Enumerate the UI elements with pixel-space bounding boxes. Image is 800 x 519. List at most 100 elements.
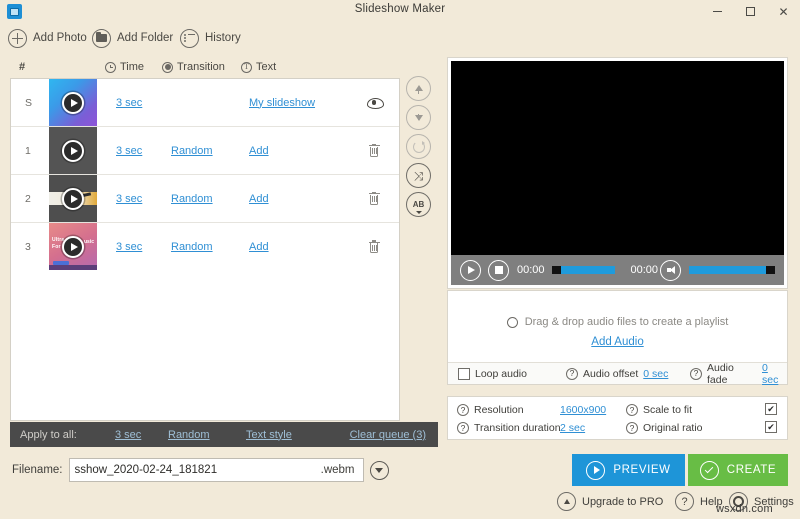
question-icon[interactable]: ? (626, 422, 638, 434)
row-number: S (25, 97, 32, 109)
row-text-link[interactable]: Add (249, 145, 269, 157)
original-ratio-checkbox[interactable]: ✔ (765, 421, 777, 433)
list-column-headers: # Time Transition T Text (10, 57, 438, 77)
resolution-label: Resolution (474, 404, 524, 416)
resolution-value[interactable]: 1600x900 (560, 404, 606, 416)
column-text-label: Text (256, 61, 276, 73)
row-transition-link[interactable]: Random (171, 241, 213, 253)
row-thumbnail[interactable] (49, 127, 97, 174)
clear-queue-link[interactable]: Clear queue (3) (350, 429, 426, 441)
column-transition-label: Transition (177, 61, 225, 73)
trash-icon[interactable] (365, 190, 383, 208)
eye-icon[interactable] (365, 94, 383, 112)
row-time-link[interactable]: 3 sec (116, 97, 142, 109)
speaker-icon[interactable] (660, 260, 681, 281)
trash-icon[interactable] (365, 238, 383, 256)
add-photo-button[interactable]: Add Photo (8, 24, 87, 52)
play-icon (586, 461, 605, 480)
row-number: 3 (25, 241, 31, 253)
check-icon (700, 461, 719, 480)
audio-playlist-panel[interactable]: Drag & drop audio files to create a play… (447, 290, 788, 385)
clock-icon (105, 62, 116, 73)
slideshow-maker-window: Slideshow Maker ✕ Add Photo Add Folder H… (0, 0, 800, 519)
audio-offset-value[interactable]: 0 sec (643, 368, 668, 380)
window-title: Slideshow Maker (0, 3, 800, 15)
scale-to-fit-row: ? Scale to fit (626, 404, 692, 416)
audio-offset-option: ? Audio offset 0 sec (566, 368, 668, 380)
upgrade-to-pro-button[interactable]: Upgrade to PRO (557, 492, 663, 511)
row-thumbnail[interactable]: UltraFor Yusic (49, 223, 97, 270)
ab-sort-icon: AB (413, 201, 425, 209)
player-seek-bar[interactable] (552, 266, 616, 274)
row-text-link[interactable]: My slideshow (249, 97, 315, 109)
minimize-button[interactable] (701, 0, 734, 23)
table-row[interactable]: 3 UltraFor Yusic 3 sec Random Add (11, 223, 399, 271)
create-button[interactable]: CREATE (688, 454, 788, 486)
rotate-button[interactable] (406, 134, 431, 159)
row-time-link[interactable]: 3 sec (116, 145, 142, 157)
row-transition-link[interactable]: Random (171, 145, 213, 157)
preview-button[interactable]: PREVIEW (572, 454, 685, 486)
play-icon (62, 236, 84, 258)
audio-fade-value[interactable]: 0 sec (762, 362, 787, 386)
list-icon (180, 29, 199, 48)
row-time-link[interactable]: 3 sec (116, 241, 142, 253)
move-up-button[interactable] (406, 76, 431, 101)
move-down-button[interactable] (406, 105, 431, 130)
play-icon (62, 140, 84, 162)
question-icon[interactable]: ? (690, 368, 702, 380)
preview-button-label: PREVIEW (613, 464, 670, 476)
format-dropdown-button[interactable] (370, 461, 389, 480)
player-volume-slider[interactable] (689, 266, 775, 274)
add-audio-link[interactable]: Add Audio (448, 336, 787, 348)
add-photo-label: Add Photo (33, 32, 87, 44)
player-stop-button[interactable] (488, 260, 509, 281)
filename-row: Filename: .webm (12, 457, 389, 483)
slide-list[interactable]: S 3 sec My slideshow 1 3 sec Random Add … (10, 78, 400, 421)
loop-audio-option[interactable]: Loop audio (458, 368, 527, 380)
question-icon: ? (675, 492, 694, 511)
history-label: History (205, 32, 241, 44)
output-settings-panel: ? Resolution 1600x900 ? Transition durat… (447, 396, 788, 440)
apply-transition-link[interactable]: Random (168, 429, 210, 441)
maximize-button[interactable] (734, 0, 767, 23)
row-thumbnail[interactable] (49, 79, 97, 126)
filename-box[interactable]: .webm (69, 458, 364, 482)
title-bar: Slideshow Maker ✕ (0, 0, 800, 23)
history-button[interactable]: History (180, 24, 241, 52)
text-icon: T (241, 62, 252, 73)
scale-to-fit-checkbox[interactable]: ✔ (765, 403, 777, 415)
audio-drop-hint: Drag & drop audio files to create a play… (448, 316, 787, 328)
question-icon[interactable]: ? (457, 404, 469, 416)
shuffle-button[interactable]: ⤨ (406, 163, 431, 188)
table-row[interactable]: S 3 sec My slideshow (11, 79, 399, 127)
question-icon[interactable]: ? (566, 368, 578, 380)
sort-ab-button[interactable]: AB (406, 192, 431, 217)
play-icon (62, 188, 84, 210)
row-time-link[interactable]: 3 sec (116, 193, 142, 205)
scale-to-fit-label: Scale to fit (643, 404, 692, 416)
add-folder-label: Add Folder (117, 32, 173, 44)
trash-icon[interactable] (365, 142, 383, 160)
apply-time-link[interactable]: 3 sec (115, 429, 141, 441)
column-hash: # (19, 61, 25, 73)
table-row[interactable]: 1 3 sec Random Add (11, 127, 399, 175)
question-icon[interactable]: ? (626, 404, 638, 416)
row-text-link[interactable]: Add (249, 241, 269, 253)
row-transition-link[interactable]: Random (171, 193, 213, 205)
refresh-icon (413, 141, 425, 153)
video-canvas[interactable]: 00:00 00:00 (451, 61, 784, 285)
row-thumbnail[interactable] (49, 175, 97, 222)
filename-input[interactable] (70, 459, 298, 481)
question-icon[interactable]: ? (457, 422, 469, 434)
player-play-button[interactable] (460, 260, 481, 281)
row-text-link[interactable]: Add (249, 193, 269, 205)
apply-text-style-link[interactable]: Text style (246, 429, 292, 441)
table-row[interactable]: 2 3 sec Random Add (11, 175, 399, 223)
audio-fade-label: Audio fade (707, 362, 757, 386)
close-button[interactable]: ✕ (767, 0, 800, 23)
column-transition: Transition (162, 61, 225, 73)
transition-duration-value[interactable]: 2 sec (560, 422, 585, 434)
loop-audio-checkbox[interactable] (458, 368, 470, 380)
add-folder-button[interactable]: Add Folder (92, 24, 173, 52)
